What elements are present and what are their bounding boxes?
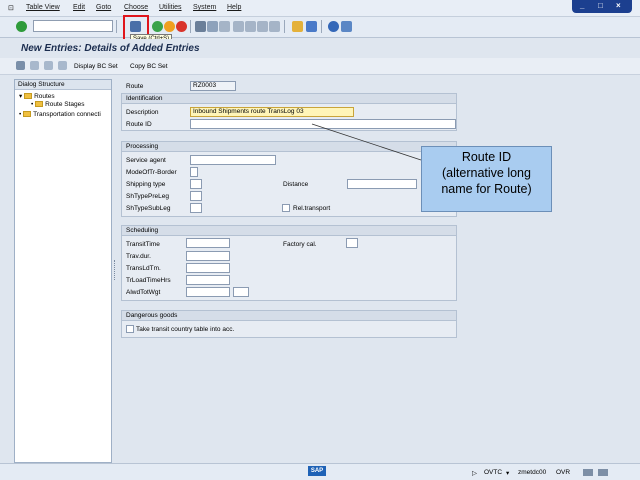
callout-line-1: Route ID xyxy=(461,150,512,164)
system-id: OVTC xyxy=(484,469,503,476)
status-icon xyxy=(583,469,593,476)
callout-line xyxy=(311,123,422,161)
route-id-callout: Route ID (alternative long name for Rout… xyxy=(421,146,552,212)
system-dropdown-icon[interactable]: ▾ xyxy=(506,469,509,477)
callout-connector xyxy=(311,123,422,161)
play-icon[interactable]: ▷ xyxy=(472,469,477,477)
input-mode[interactable]: OVR xyxy=(556,469,570,476)
server-name: zmetdc00 xyxy=(518,469,547,476)
callout-line-3: name for Route) xyxy=(441,182,532,196)
sap-logo: SAP xyxy=(308,466,326,476)
callout-line-2: (alternative long xyxy=(442,166,531,180)
status-icon xyxy=(598,469,608,476)
